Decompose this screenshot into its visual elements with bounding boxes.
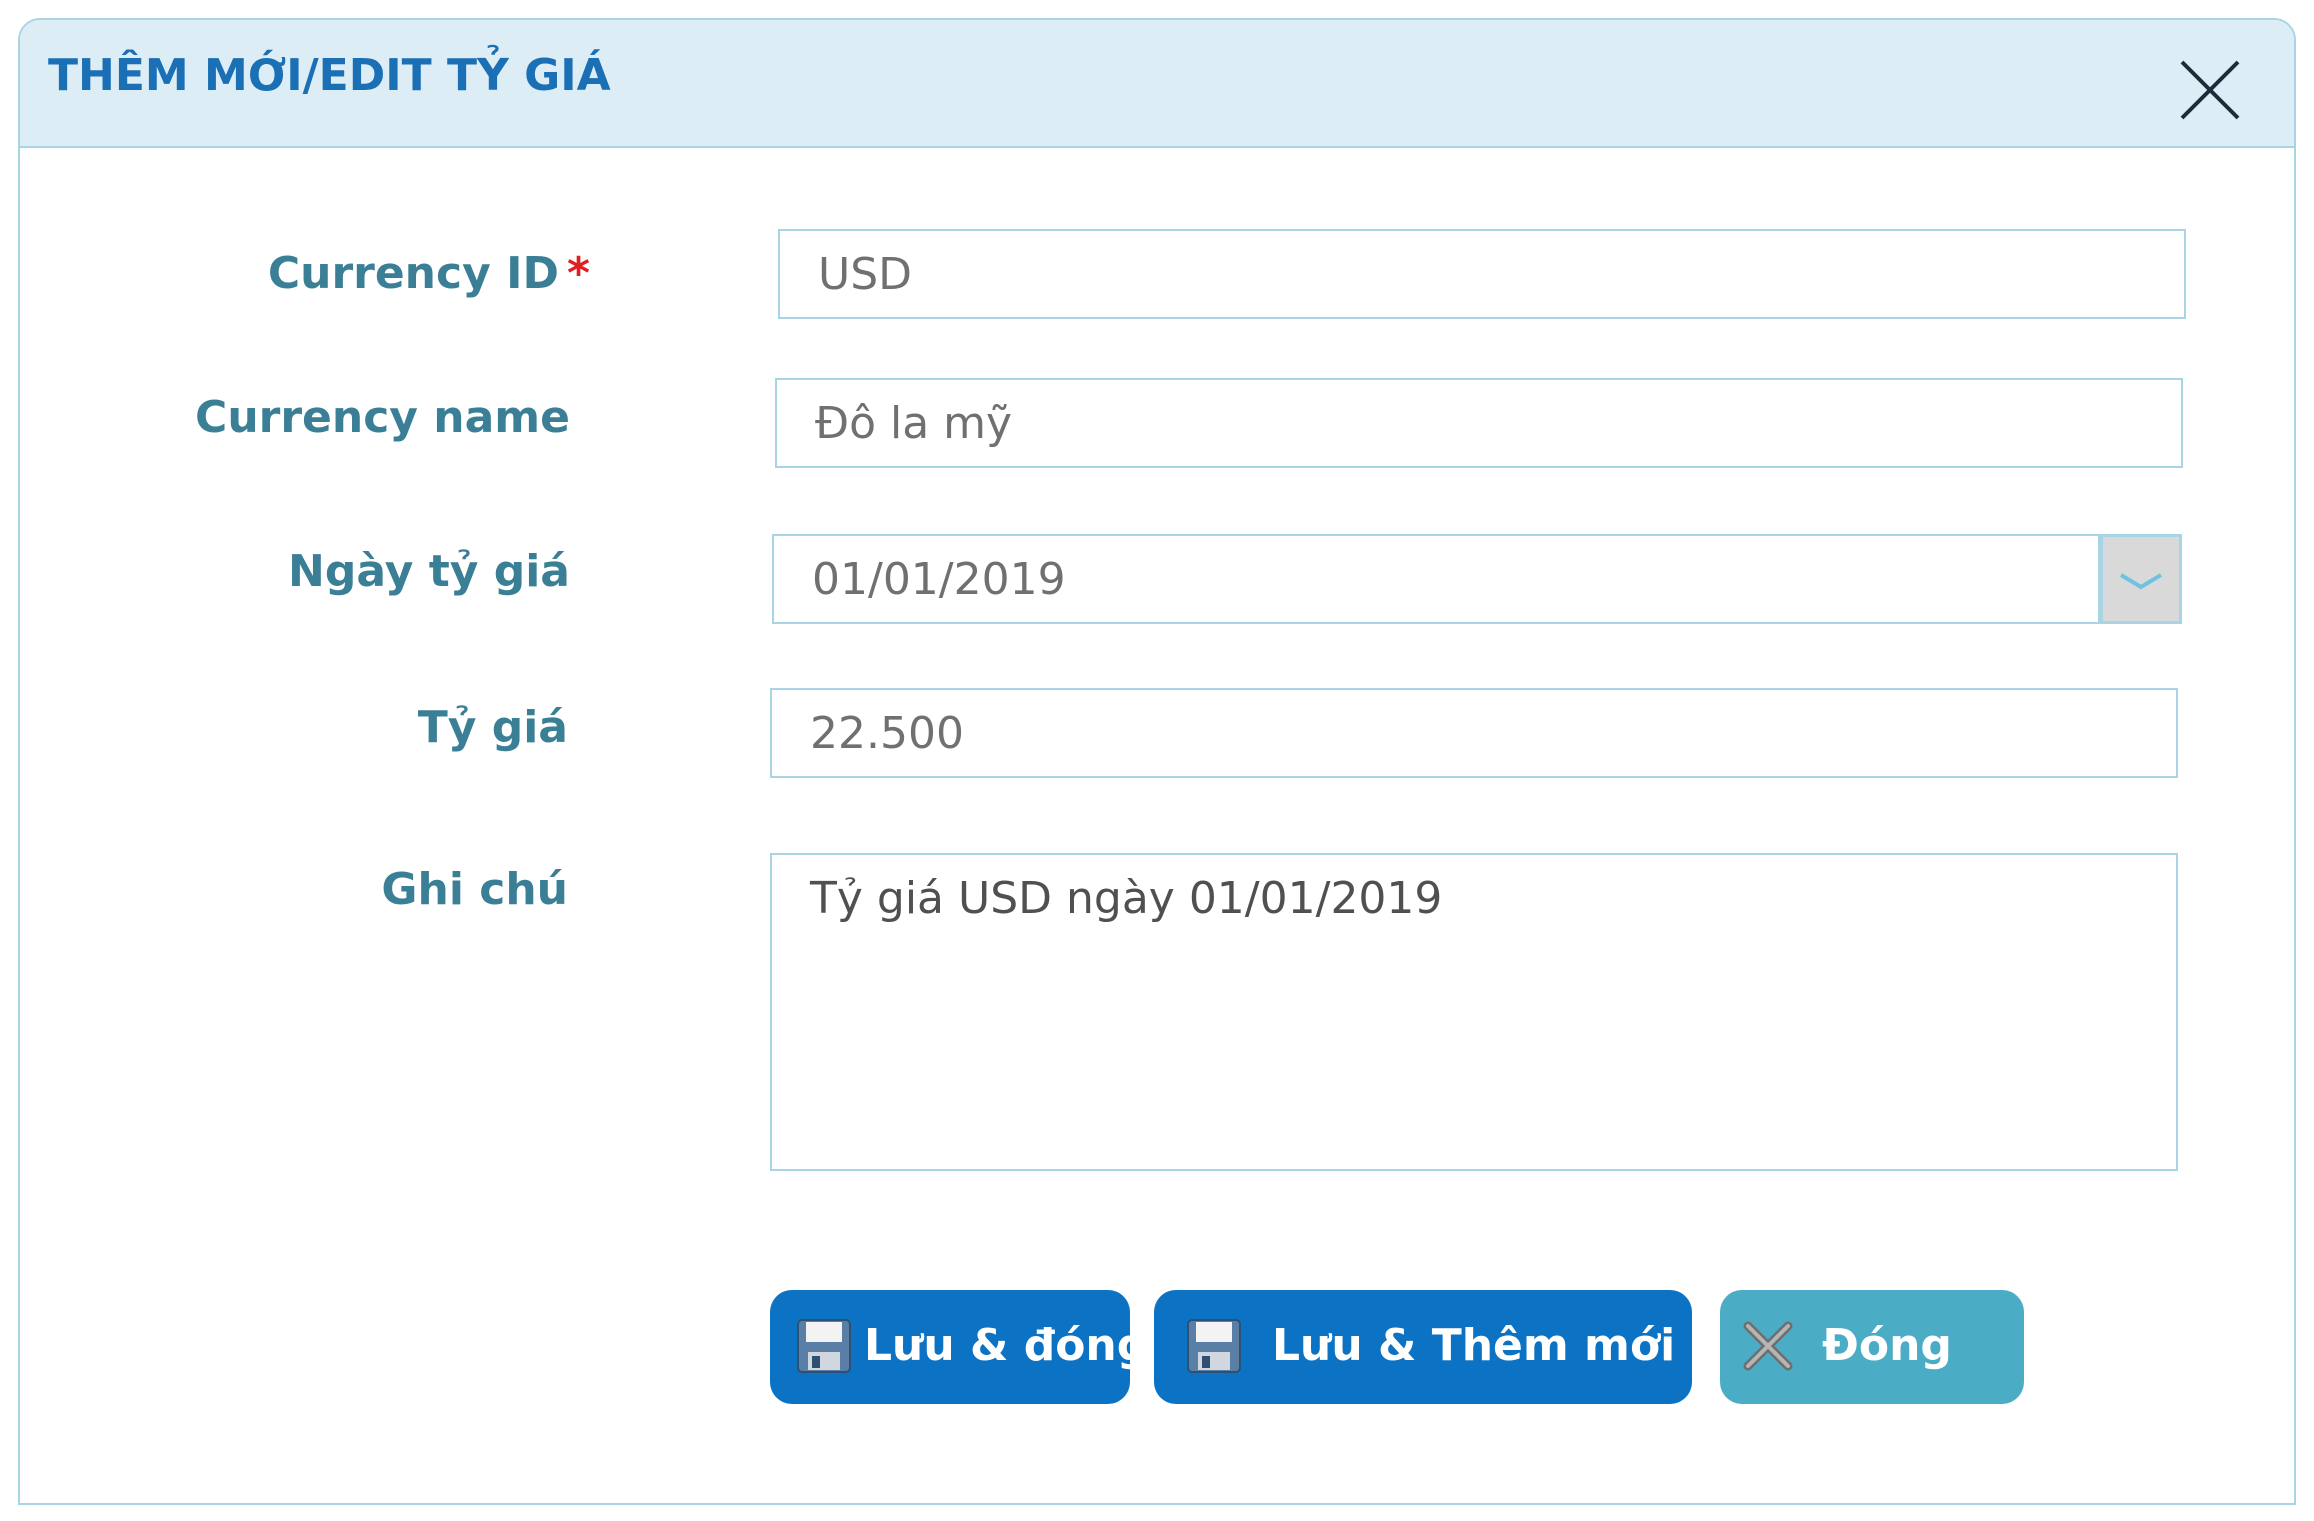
save-and-close-button[interactable]: Lưu & đóng (770, 1290, 1148, 1404)
note-textarea[interactable]: Tỷ giá USD ngày 01/01/2019 (770, 853, 2178, 1171)
dialog-header: THÊM MỚI/EDIT TỶ GIÁ (20, 20, 2294, 148)
date-picker-button[interactable] (2100, 534, 2182, 624)
currency-id-label-text: Currency ID (267, 248, 559, 299)
close-button[interactable]: Đóng (1720, 1290, 2024, 1404)
x-mark-icon (1743, 1321, 1793, 1371)
rate-label: Tỷ giá (417, 702, 568, 753)
floppy-disk-icon (1187, 1319, 1241, 1373)
currency-id-label: Currency ID * (268, 248, 590, 299)
edit-exchange-rate-dialog: THÊM MỚI/EDIT TỶ GIÁ Currency ID* Curren… (18, 18, 2296, 1505)
close-button-label: Đóng (1822, 1320, 1952, 1371)
floppy-disk-icon (797, 1319, 851, 1373)
note-label: Ghi chú (381, 864, 568, 915)
rate-date-input[interactable] (772, 534, 2100, 624)
currency-id-input[interactable] (778, 229, 2186, 319)
currency-name-label: Currency name (195, 392, 570, 443)
chevron-down-icon (2119, 573, 2163, 590)
save-and-new-label: Lưu & Thêm mới (1272, 1320, 1676, 1371)
close-dialog-button[interactable] (2178, 58, 2242, 122)
currency-name-input[interactable] (775, 378, 2183, 468)
save-and-close-label: Lưu & đóng (864, 1320, 1149, 1371)
rate-input[interactable] (770, 688, 2178, 778)
dialog-title: THÊM MỚI/EDIT TỶ GIÁ (48, 50, 611, 101)
save-and-new-button[interactable]: Lưu & Thêm mới (1154, 1290, 1692, 1404)
rate-date-label: Ngày tỷ giá (288, 546, 570, 597)
close-icon (2180, 60, 2240, 120)
required-marker: * (566, 248, 590, 299)
